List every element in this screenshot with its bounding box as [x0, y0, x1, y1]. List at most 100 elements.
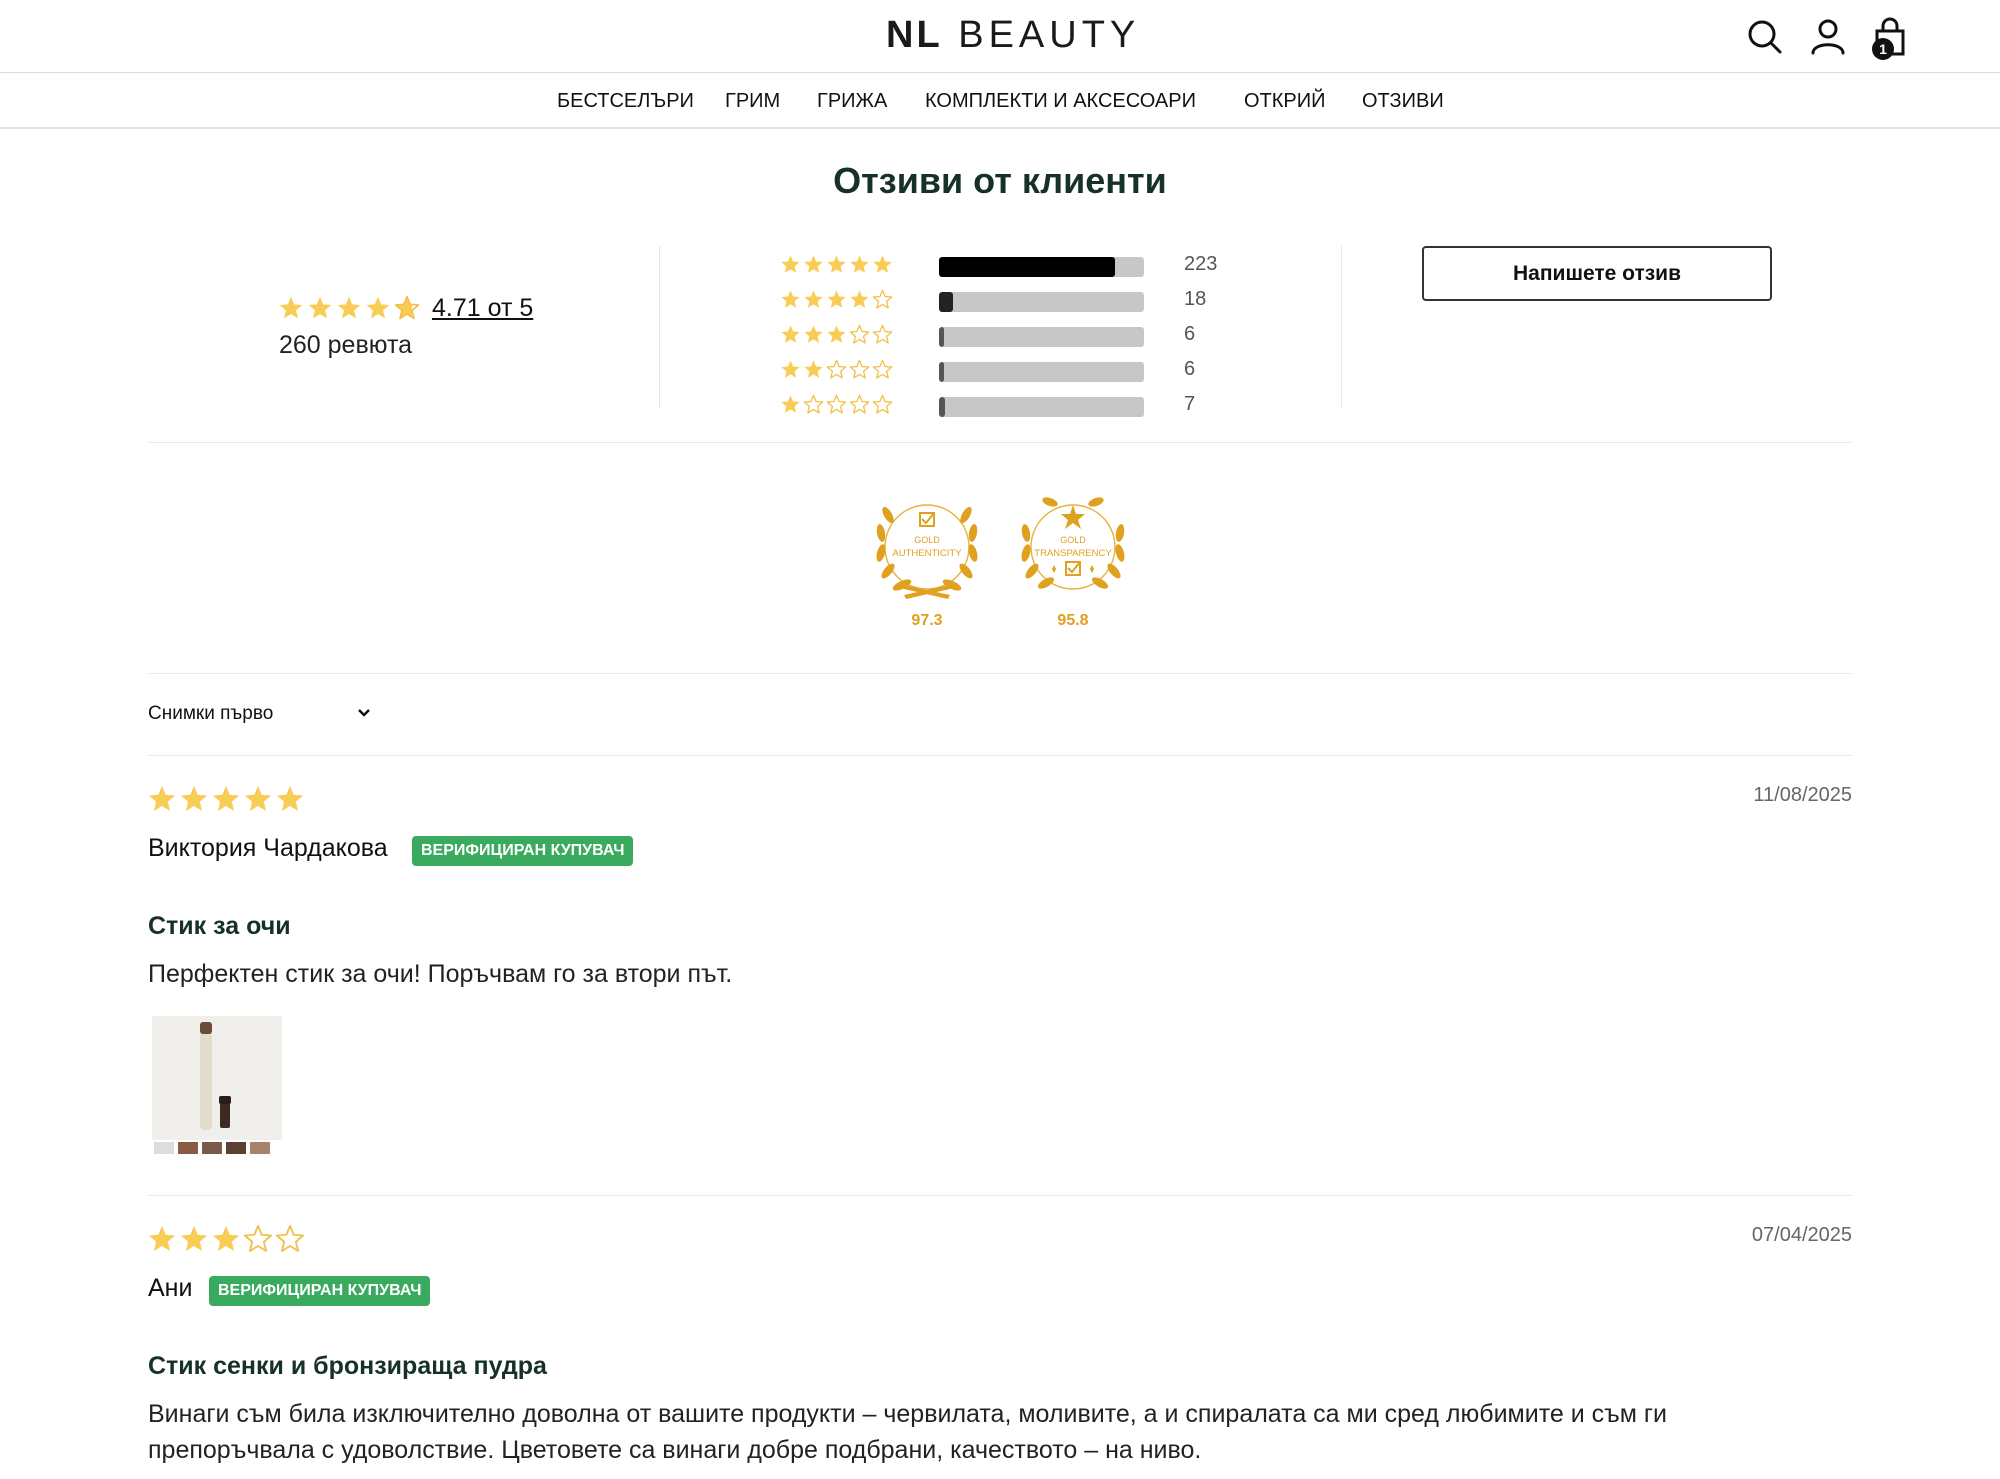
rating-distribution-row[interactable]: 18	[780, 285, 1240, 315]
svg-text:TRANSPARENCY: TRANSPARENCY	[1034, 548, 1112, 559]
authenticity-score: 97.3	[911, 612, 943, 629]
star-icon	[275, 1224, 305, 1252]
distribution-stars	[780, 289, 895, 310]
star-icon	[781, 255, 800, 273]
reviews-heading: Отзиви от клиенти	[833, 160, 1167, 201]
transparency-score: 95.8	[1057, 612, 1089, 629]
star-icon	[366, 296, 390, 319]
star-icon	[244, 785, 272, 811]
verified-buyer-badge: ВЕРИФИЦИРАН КУПУВАЧ	[412, 836, 634, 866]
review-body: Винаги съм била изключително доволна от …	[148, 1400, 1667, 1464]
divider	[148, 1195, 1852, 1196]
distribution-stars	[780, 394, 895, 415]
star-icon	[850, 255, 869, 273]
distribution-bar	[939, 257, 1144, 277]
site-header: NL BEAUTY 1	[0, 0, 2000, 73]
rating-distribution-row[interactable]: 7	[780, 390, 1240, 420]
distribution-stars	[780, 359, 895, 380]
chevron-down-icon[interactable]	[356, 705, 372, 726]
laurel-wreath-icon: GOLD TRANSPARENCY	[1021, 497, 1125, 590]
distribution-count: 6	[1184, 358, 1196, 380]
star-icon	[781, 290, 800, 308]
main-nav: БЕСТСЕЛЪРИ ГРИМ ГРИЖА КОМПЛЕКТИ И АКСЕСО…	[0, 73, 2000, 129]
distribution-bar-fill	[939, 362, 945, 382]
review-body: Перфектен стик за очи! Поръчвам го за вт…	[148, 960, 733, 988]
distribution-count: 223	[1184, 253, 1218, 275]
star-icon	[804, 255, 823, 273]
star-icon	[781, 360, 800, 378]
distribution-bar-fill	[939, 327, 945, 347]
nav-item-reviews[interactable]: ОТЗИВИ	[1362, 90, 1444, 113]
laurel-wreath-icon: GOLD AUTHENTICITY	[876, 504, 978, 599]
review-author: Ани	[148, 1274, 193, 1302]
star-icon	[148, 785, 176, 811]
review-date: 07/04/2025	[1751, 1224, 1852, 1246]
star-icon	[804, 290, 823, 308]
star-icon	[212, 1225, 240, 1251]
divider	[148, 673, 1852, 674]
nav-item-bestsellers[interactable]: БЕСТСЕЛЪРИ	[557, 90, 694, 113]
star-icon	[826, 394, 847, 414]
distribution-bar-fill	[939, 397, 945, 417]
divider	[148, 442, 1852, 443]
star-icon	[394, 295, 420, 320]
star-icon	[850, 290, 869, 308]
divider	[148, 755, 1852, 756]
rating-distribution-row[interactable]: 6	[780, 355, 1240, 385]
star-icon	[873, 255, 892, 273]
distribution-count: 18	[1184, 288, 1207, 310]
star-icon	[872, 394, 893, 414]
gold-authenticity-badge: GOLD AUTHENTICITY 97.3	[864, 485, 990, 635]
star-icon	[212, 785, 240, 811]
star-icon	[827, 325, 846, 343]
star-icon	[804, 325, 823, 343]
review-title: Стик сенки и бронзираща пудра	[148, 1352, 547, 1380]
nav-item-sets-accessories[interactable]: КОМПЛЕКТИ И АКСЕСОАРИ	[925, 90, 1196, 113]
rating-distribution-row[interactable]: 6	[780, 320, 1240, 350]
search-icon[interactable]	[1745, 16, 1785, 58]
cart-icon[interactable]: 1	[1870, 16, 1910, 60]
star-icon	[826, 359, 847, 379]
star-icon	[276, 785, 304, 811]
svg-text:AUTHENTICITY: AUTHENTICITY	[892, 548, 962, 559]
distribution-count: 6	[1184, 323, 1196, 345]
svg-text:GOLD: GOLD	[1060, 535, 1086, 545]
divider	[1341, 246, 1342, 408]
distribution-bar	[939, 292, 1144, 312]
star-icon	[872, 359, 893, 379]
divider	[659, 246, 660, 408]
star-icon	[148, 1225, 176, 1251]
distribution-bar	[939, 362, 1144, 382]
review-count: 260 ревюта	[279, 331, 413, 359]
nav-item-discover[interactable]: ОТКРИЙ	[1244, 90, 1326, 113]
star-icon	[781, 395, 800, 413]
star-icon	[308, 296, 332, 319]
review-photo-thumbnail[interactable]	[152, 1016, 282, 1156]
distribution-bar	[939, 327, 1144, 347]
cart-count-badge: 1	[1872, 38, 1894, 60]
account-icon[interactable]	[1808, 16, 1848, 58]
star-icon	[872, 324, 893, 344]
star-icon	[804, 360, 823, 378]
star-icon	[827, 290, 846, 308]
nav-item-care[interactable]: ГРИЖА	[817, 90, 887, 113]
distribution-bar	[939, 397, 1144, 417]
nav-item-makeup[interactable]: ГРИМ	[725, 90, 780, 113]
rating-distribution-row[interactable]: 223	[780, 250, 1240, 280]
average-rating-link[interactable]: 4.71 от 5	[432, 294, 533, 323]
star-icon	[243, 1224, 273, 1252]
star-icon	[781, 325, 800, 343]
star-icon	[337, 296, 361, 319]
review-rating-stars	[147, 784, 307, 814]
star-icon	[849, 359, 870, 379]
site-logo[interactable]: NL BEAUTY	[886, 14, 1140, 57]
star-icon	[180, 1225, 208, 1251]
write-review-button[interactable]: Напишете отзив	[1422, 246, 1772, 301]
review-date: 11/08/2025	[1753, 784, 1852, 806]
review-title: Стик за очи	[148, 912, 291, 940]
star-icon	[827, 255, 846, 273]
sort-select[interactable]: Снимки първо	[148, 703, 273, 725]
star-icon	[180, 785, 208, 811]
review-author: Виктория Чардакова	[148, 834, 388, 862]
distribution-count: 7	[1184, 393, 1196, 415]
